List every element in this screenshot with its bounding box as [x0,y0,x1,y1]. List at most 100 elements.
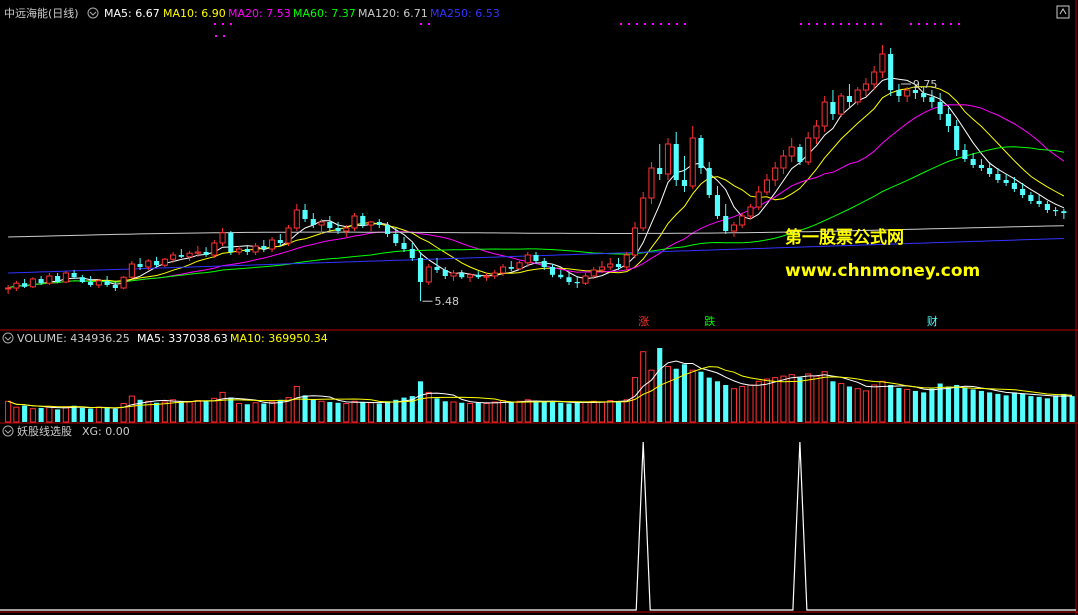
volume-bar [475,402,481,422]
candle-body [29,278,36,288]
candle-body [508,267,514,269]
candle [475,271,481,279]
candle-body [95,280,102,286]
candle-body [1053,210,1059,212]
candle-body [590,269,597,277]
volume-bar [203,401,209,422]
candle-body [888,54,894,90]
high-price-label: 9.75 [913,78,938,91]
volume-bar [310,399,316,422]
candle-body [236,248,243,253]
candle-body [137,264,143,267]
candle-body [730,224,738,232]
ma20-label: MA20: 7.53 [228,7,291,20]
volume-bar [862,390,869,423]
candle-body [79,277,85,282]
chevron-down-icon[interactable] [87,7,99,19]
ma10-label: MA10: 6.90 [163,7,226,20]
volume-legend: VOLUME: 434936.25 MA5: 337038.63 MA10: 3… [2,332,328,345]
candle-body [788,146,795,157]
candle [788,138,795,162]
signal-dot [808,23,810,25]
candle [664,138,672,180]
candle [730,222,738,237]
volume-bar [219,391,226,423]
signal-dot [668,23,670,25]
signal-dot [230,23,232,25]
candle-body [393,234,399,243]
candle-body [367,221,375,226]
volume-bar [38,407,44,422]
ma120-line [8,225,1064,238]
candle [549,264,556,278]
chevron-down-icon[interactable] [2,332,14,344]
volume-bar [5,400,12,423]
candle-body [862,83,869,91]
ma5-label: MA5: 6.67 [104,7,160,20]
signal-dot [864,23,866,25]
candle [797,144,803,165]
volume-bar [351,400,358,423]
signal-dot [856,23,858,25]
candle [1053,207,1059,216]
candle-body [1061,211,1067,213]
candle [203,247,209,257]
volume-bar [318,400,325,423]
candle-body [128,263,135,278]
candle [623,252,630,270]
candle-body [154,261,160,266]
volume-bar [508,402,514,422]
volume-bar [574,402,580,422]
candle-body [706,168,712,195]
tag-cai: 财 [927,314,938,328]
volume-bar [491,401,498,423]
candle-body [805,137,812,163]
candle-body [318,221,325,226]
volume-bars [5,348,1075,423]
candle [219,228,226,246]
candle-body [896,90,902,96]
candle-body [499,266,507,274]
volume-bar [904,388,911,423]
candle [698,135,704,174]
volume-bar [1003,395,1009,422]
candle-body [954,126,960,150]
candle [228,231,234,255]
volume-bar [367,402,375,423]
candle [285,225,292,246]
volume-bar [797,377,803,422]
volume-bar [1069,396,1075,422]
candle-body [739,215,746,226]
candle-body [962,150,968,159]
stock-chart[interactable]: 中远海能(日线) MA5: 6.67 MA10: 6.90 MA20: 7.53… [0,0,1078,615]
candle-body [574,282,580,284]
candle-body [871,71,878,85]
candle [1044,201,1050,213]
candle-body [780,155,787,169]
volume-bar [499,400,507,423]
watermark-line1: 第一股票公式网 [785,227,904,248]
candle [128,261,135,279]
candle-body [763,179,771,193]
signal-dot [644,23,646,25]
price-legend: 中远海能(日线) MA5: 6.67 MA10: 6.90 MA20: 7.53… [4,6,500,20]
candle-body [929,97,935,102]
candle-body [302,210,308,219]
scroll-button[interactable] [1056,5,1070,19]
volume-bar [442,401,448,422]
candle [154,256,160,267]
ma250-label: MA250: 6.53 [430,7,500,20]
volume-bar [558,402,564,422]
candle-body [335,228,341,231]
candle [888,48,894,96]
candle [805,132,812,165]
candle [937,93,943,120]
volume-bar [1011,392,1017,422]
chevron-down-icon[interactable] [2,425,14,437]
volume-bar [954,385,960,422]
volume-bar [335,402,341,422]
candle-body [376,222,382,225]
volume-bar [186,401,193,423]
volume-bar [723,385,729,422]
candle [293,204,300,231]
